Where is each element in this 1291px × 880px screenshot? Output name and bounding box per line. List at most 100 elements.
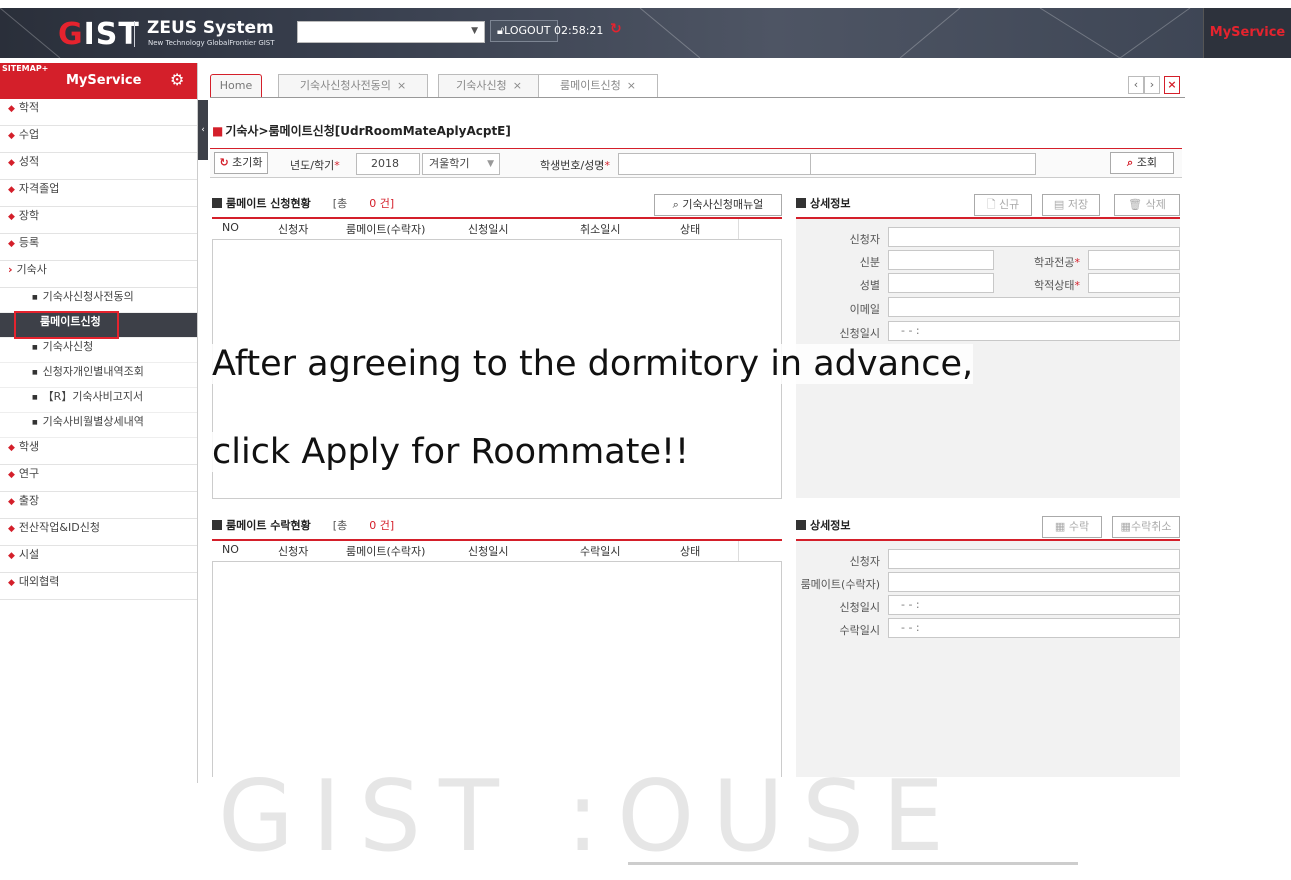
system-subtitle: New Technology GlobalFrontier GIST	[148, 39, 275, 47]
highlight-box	[14, 311, 119, 339]
tab-pre-consent[interactable]: 기숙사신청사전동의 ×	[278, 74, 428, 98]
diamond-icon: ◆	[8, 212, 15, 222]
sidebar: SITEMAP+ MyService ⚙ ◆ 학적 ◆ 수업 ◆ 성적 ◆ 자격졸업 ◆…	[0, 63, 198, 783]
refresh-icon[interactable]: ↻	[610, 21, 622, 37]
student-number-input[interactable]	[618, 153, 836, 175]
sitemap-link[interactable]: SITEMAP+	[2, 64, 48, 73]
apply-time-field[interactable]: - - :	[888, 321, 1180, 341]
cancel-accept-button[interactable]: ▦수락취소	[1112, 516, 1180, 538]
applicant-field[interactable]	[888, 227, 1180, 247]
apply-time-field[interactable]: - - :	[888, 595, 1180, 615]
sidebar-item-it-request[interactable]: ◆ 전산작업&ID신청	[0, 519, 197, 546]
enroll-field[interactable]	[1088, 273, 1180, 293]
column-header: NO	[222, 543, 239, 556]
column-divider	[738, 219, 739, 241]
square-bullet-icon: ■	[32, 418, 38, 426]
sidebar-item-student[interactable]: ◆ 학생	[0, 438, 197, 465]
sidebar-item-scholarship[interactable]: ◆ 장학	[0, 207, 197, 234]
tab-home[interactable]: Home	[210, 74, 262, 98]
column-header: 룸메이트(수락자)	[346, 545, 426, 558]
myservice-top-link[interactable]: MyService	[1203, 8, 1291, 58]
sidebar-subitem-roommate[interactable]: 룸메이트신청	[0, 311, 197, 339]
student-label-text: 학생번호/성명	[540, 159, 605, 172]
reset-button[interactable]: ↻ 초기화	[214, 152, 268, 174]
status-field[interactable]	[888, 250, 994, 270]
square-bullet-icon: ■	[32, 293, 38, 301]
close-icon[interactable]: ×	[397, 79, 406, 92]
tab-underline	[210, 97, 1185, 98]
chevron-down-icon: ▼	[471, 26, 478, 36]
sidebar-item-label: 자격졸업	[18, 182, 60, 195]
sidebar-item-class[interactable]: ◆ 수업	[0, 126, 197, 153]
search-button[interactable]: ⌕ 조회	[1110, 152, 1174, 174]
accept-button[interactable]: ▦ 수락	[1042, 516, 1102, 538]
delete-button[interactable]: 🗑︎ 삭제	[1114, 194, 1180, 216]
gender-field[interactable]	[888, 273, 994, 293]
column-header: 상태	[680, 545, 701, 558]
accept-count: [총 0 건]	[333, 519, 394, 532]
floppy-icon: ▤	[1053, 198, 1065, 211]
session-timer: 02:58:21	[554, 24, 604, 37]
column-header: 룸메이트(수락자)	[346, 223, 426, 236]
dept-field[interactable]	[1088, 250, 1180, 270]
required-icon: *	[334, 159, 340, 172]
sidebar-collapse-handle[interactable]: ‹	[198, 100, 208, 160]
square-icon	[212, 198, 222, 208]
sidebar-item-facility[interactable]: ◆ 시설	[0, 546, 197, 573]
gear-icon[interactable]: ⚙	[170, 70, 184, 89]
email-field[interactable]	[888, 297, 1180, 317]
count-value: 0 건]	[369, 519, 395, 532]
dorm-manual-button[interactable]: ⌕ 기숙사신청매뉴얼	[654, 194, 782, 216]
square-icon	[212, 520, 222, 530]
diamond-icon: ◆	[8, 551, 15, 561]
gist-logo[interactable]: GIST	[58, 17, 140, 52]
gist-house-watermark: GIST :OUSE	[218, 760, 963, 874]
roommate-field[interactable]	[888, 572, 1180, 592]
grid-icon: ■	[212, 124, 224, 138]
roommate-label: 룸메이트(수락자)	[800, 578, 880, 591]
accept-grid-body[interactable]	[212, 561, 782, 777]
sidebar-item-label: 학적	[18, 101, 40, 114]
tab-dorm-apply[interactable]: 기숙사신청 ×	[438, 74, 540, 98]
sidebar-subitem-label: 신청자개인별내역조회	[42, 365, 144, 378]
tab-roommate[interactable]: 룸메이트신청 ×	[538, 74, 658, 98]
term-select[interactable]: 겨울학기 ▼	[422, 153, 500, 175]
applicant-field[interactable]	[888, 549, 1180, 569]
top-select[interactable]: ▼	[297, 21, 485, 43]
sidebar-item-research[interactable]: ◆ 연구	[0, 465, 197, 492]
sidebar-subitem-pre-consent[interactable]: ■ 기숙사신청사전동의	[0, 288, 197, 313]
sidebar-item-dormitory[interactable]: › 기숙사	[0, 261, 197, 288]
sidebar-subitem-monthly-detail[interactable]: ■ 기숙사비월별상세내역	[0, 413, 197, 438]
sidebar-item-external[interactable]: ◆ 대외협력	[0, 573, 197, 600]
new-button[interactable]: 🗋︎ 신규	[974, 194, 1032, 216]
sidebar-item-business-trip[interactable]: ◆ 출장	[0, 492, 197, 519]
sidebar-item-label: 연구	[18, 467, 40, 480]
close-icon[interactable]: ×	[513, 79, 522, 92]
student-name-input[interactable]	[810, 153, 1036, 175]
sidebar-subitem-applicant-history[interactable]: ■ 신청자개인별내역조회	[0, 363, 197, 388]
dorm-manual-label: 기숙사신청매뉴얼	[682, 198, 764, 211]
year-stepper[interactable]: 2018	[356, 153, 420, 175]
sidebar-item-registration[interactable]: ◆ 등록	[0, 234, 197, 261]
dept-label: 학과전공*	[996, 254, 1080, 270]
tab-prev-button[interactable]: ‹	[1128, 76, 1144, 94]
logout-button[interactable]: 🔓︎LOGOUT	[490, 20, 558, 42]
sidebar-item-academic[interactable]: ◆ 학적	[0, 99, 197, 126]
close-all-tabs-button[interactable]: ×	[1164, 76, 1180, 94]
save-button[interactable]: ▤ 저장	[1042, 194, 1100, 216]
accept-panel-title: 룸메이트 수락현황	[226, 519, 311, 532]
page-title: ■ 기숙사>룸메이트신청[UdrRoomMateAplyAcptE]	[212, 122, 511, 139]
accept-time-field[interactable]: - - :	[888, 618, 1180, 638]
sidebar-item-grade[interactable]: ◆ 성적	[0, 153, 197, 180]
accept-panel-header: 룸메이트 수락현황 [총 0 건]	[212, 515, 394, 537]
check-icon: ▦	[1054, 520, 1066, 533]
sidebar-subitem-bill[interactable]: ■ 【R】기숙사비고지서	[0, 388, 197, 413]
new-label: 신규	[999, 198, 1020, 211]
tab-next-button[interactable]: ›	[1144, 76, 1160, 94]
sidebar-subitem-dorm-apply[interactable]: ■ 기숙사신청	[0, 338, 197, 363]
required-icon: *	[1074, 279, 1081, 292]
sidebar-item-graduation[interactable]: ◆ 자격졸업	[0, 180, 197, 207]
system-name: ZEUS System	[147, 18, 274, 38]
required-icon: *	[604, 159, 610, 172]
close-icon[interactable]: ×	[627, 79, 636, 92]
